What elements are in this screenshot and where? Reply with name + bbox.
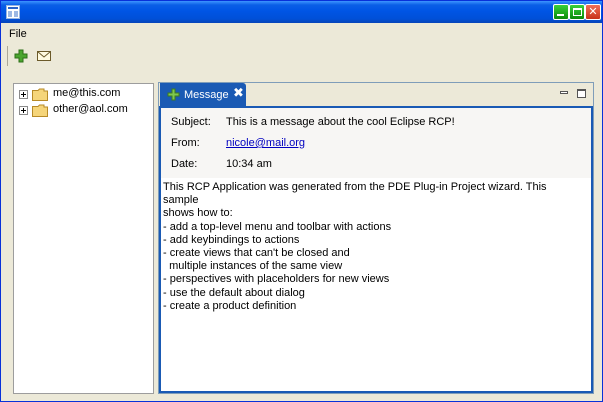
from-link[interactable]: nicole@mail.org (226, 137, 305, 149)
date-row: Date: 10:34 am (171, 156, 581, 172)
subject-row: Subject: This is a message about the coo… (171, 114, 581, 130)
view-tab-strip: Message ✖ (159, 83, 593, 107)
tree-item[interactable]: me@this.com (19, 86, 149, 102)
tree-item-label: other@aol.com (53, 103, 128, 115)
date-label: Date: (171, 158, 198, 170)
view-minimize-icon[interactable] (560, 91, 568, 94)
subject-label: Subject: (171, 116, 211, 128)
mailbox-navigation-view: me@this.com other@aol.com (13, 83, 154, 394)
subject-value: This is a message about the cool Eclipse… (226, 116, 455, 128)
tab-message[interactable]: Message ✖ (160, 83, 246, 107)
tree-item[interactable]: other@aol.com (19, 102, 149, 118)
menu-bar: File (2, 24, 602, 42)
toolbar (2, 43, 602, 69)
minimize-icon (557, 14, 564, 16)
expand-icon[interactable] (19, 90, 28, 99)
app-window-icon (6, 5, 20, 19)
menu-file[interactable]: File (9, 28, 27, 40)
folder-icon (32, 104, 48, 117)
plus-icon (167, 88, 180, 101)
view-maximize-icon[interactable] (577, 89, 586, 98)
folder-icon (32, 88, 48, 101)
expand-icon[interactable] (19, 106, 28, 115)
from-row: From: nicole@mail.org (171, 135, 581, 151)
message-view: Message ✖ Subject: This is a message abo… (158, 82, 594, 394)
title-bar[interactable]: ✕ (1, 1, 602, 23)
toolbar-separator (7, 46, 8, 66)
message-body[interactable]: This RCP Application was generated from … (163, 181, 583, 313)
envelope-icon (37, 51, 51, 61)
plus-icon (14, 49, 28, 63)
from-label: From: (171, 137, 200, 149)
close-icon: ✕ (588, 5, 598, 18)
open-message-button[interactable] (36, 48, 52, 64)
tree-item-label: me@this.com (53, 87, 121, 99)
close-button[interactable]: ✕ (585, 4, 601, 20)
message-content-frame: Subject: This is a message about the coo… (159, 106, 593, 393)
maximize-button[interactable] (569, 4, 585, 20)
minimize-button[interactable] (553, 4, 569, 20)
open-view-button[interactable] (13, 48, 29, 64)
date-value: 10:34 am (226, 158, 272, 170)
application-window: ✕ File me@this.com other@aol.com Message… (0, 0, 603, 402)
message-header: Subject: This is a message about the coo… (161, 108, 591, 178)
maximize-icon (573, 8, 582, 16)
tab-label: Message (184, 89, 229, 101)
tab-close-icon[interactable]: ✖ (233, 87, 244, 101)
